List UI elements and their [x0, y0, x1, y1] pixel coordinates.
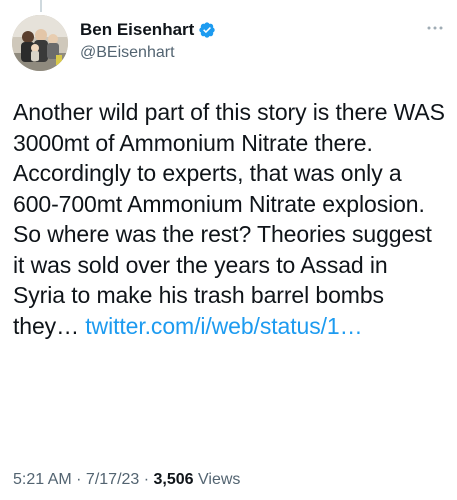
verified-badge-icon: [198, 21, 216, 39]
avatar[interactable]: [12, 15, 68, 71]
author-display-name[interactable]: Ben Eisenhart: [80, 20, 194, 40]
tweet-body: Another wild part of this story is there…: [13, 99, 445, 339]
views-label: Views: [193, 471, 241, 488]
views-count: 3,506: [153, 471, 194, 488]
tweet-time[interactable]: 5:21 AM: [13, 471, 72, 488]
author-handle[interactable]: @BEisenhart: [80, 44, 175, 62]
tweet-header: Ben Eisenhart @BEisenhart: [12, 15, 445, 71]
tweet-metadata: 5:21 AM · 7/17/23 · 3,506 Views: [13, 471, 240, 489]
tweet-link[interactable]: twitter.com/i/web/status/1…: [85, 313, 362, 339]
tweet-date[interactable]: 7/17/23: [86, 471, 139, 488]
meta-separator: ·: [139, 471, 154, 488]
tweet-text: Another wild part of this story is there…: [13, 97, 445, 341]
more-options-icon[interactable]: [425, 21, 445, 35]
thread-connector-line: [40, 0, 42, 12]
author-name-row[interactable]: Ben Eisenhart: [80, 20, 216, 40]
meta-separator: ·: [71, 471, 86, 488]
avatar-image: [12, 15, 68, 71]
